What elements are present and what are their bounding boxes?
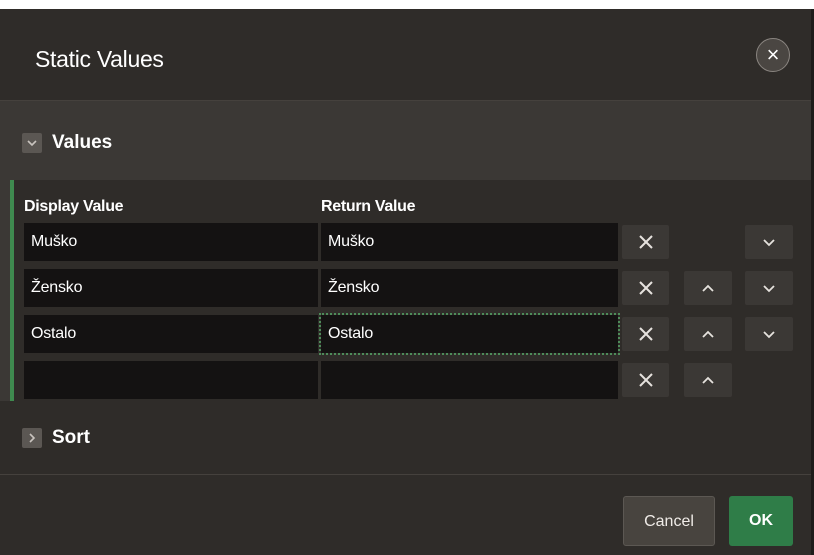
dialog-header: Static Values ×	[0, 9, 814, 101]
display-value-input[interactable]: Ostalo	[24, 315, 318, 353]
column-header-return-value: Return Value	[321, 198, 416, 215]
cancel-button[interactable]: Cancel	[623, 496, 715, 546]
ok-button[interactable]: OK	[729, 496, 793, 546]
sort-region-toggle[interactable]: Sort	[22, 427, 90, 449]
sort-region: Sort	[0, 401, 814, 475]
remove-row-button[interactable]	[622, 225, 669, 259]
column-header-display-value: Display Value	[24, 198, 124, 215]
move-down-button[interactable]	[745, 271, 793, 305]
chevron-up-icon	[702, 284, 714, 292]
display-value-input[interactable]: Muško	[24, 223, 318, 261]
return-value-input[interactable]: Žensko	[321, 269, 618, 307]
values-region-toggle[interactable]: Values	[22, 132, 112, 154]
return-value-input-focused[interactable]: Ostalo	[319, 313, 620, 355]
move-up-button[interactable]	[684, 271, 732, 305]
return-value-input[interactable]	[321, 361, 618, 399]
remove-row-icon	[638, 373, 653, 387]
values-region: Values Display Value Return Value Muško …	[0, 101, 814, 401]
chevron-down-icon	[763, 331, 775, 339]
static-values-dialog: Static Values × Values Display Value Ret…	[0, 9, 814, 555]
values-region-label: Values	[52, 132, 113, 153]
move-down-button[interactable]	[745, 317, 793, 351]
sort-region-label: Sort	[52, 427, 90, 448]
remove-row-icon	[638, 235, 653, 249]
chevron-down-icon	[22, 133, 42, 153]
chevron-up-icon	[702, 330, 714, 338]
chevron-up-icon	[702, 376, 714, 384]
display-value-input[interactable]: Žensko	[24, 269, 318, 307]
remove-row-button[interactable]	[622, 363, 669, 397]
close-button[interactable]: ×	[756, 38, 790, 72]
remove-row-icon	[638, 327, 653, 341]
chevron-right-icon	[22, 428, 42, 448]
display-value-input[interactable]	[24, 361, 318, 399]
remove-row-button[interactable]	[622, 317, 669, 351]
remove-row-icon	[638, 281, 653, 295]
move-up-button[interactable]	[684, 363, 732, 397]
remove-row-button[interactable]	[622, 271, 669, 305]
values-grid: Display Value Return Value Muško Muško Ž…	[10, 180, 814, 401]
close-icon: ×	[766, 42, 780, 67]
move-down-button[interactable]	[745, 225, 793, 259]
dialog-title: Static Values	[35, 46, 164, 72]
chevron-down-icon	[763, 239, 775, 247]
return-value-input[interactable]: Muško	[321, 223, 618, 261]
chevron-down-icon	[763, 285, 775, 293]
move-up-button[interactable]	[684, 317, 732, 351]
